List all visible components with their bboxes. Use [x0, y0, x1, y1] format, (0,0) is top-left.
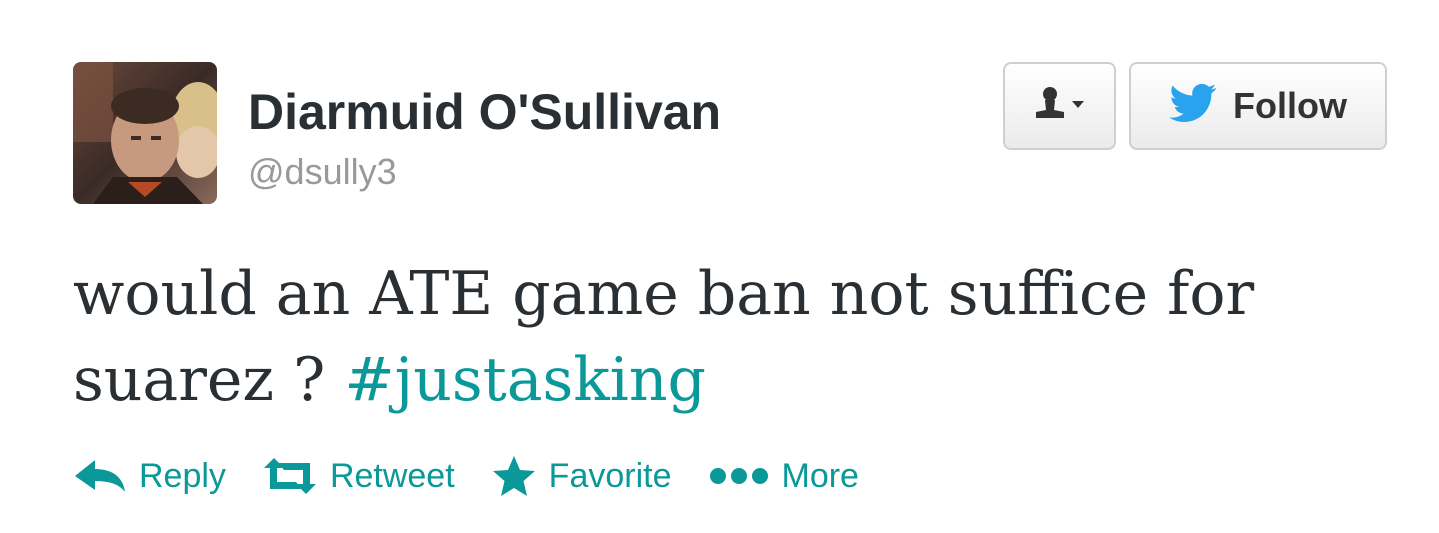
hashtag-link[interactable]: #justasking — [344, 345, 706, 415]
avatar[interactable] — [73, 62, 217, 204]
user-handle[interactable]: @dsully3 — [248, 151, 397, 193]
follow-label: Follow — [1233, 85, 1347, 126]
tweet-text-line2: suarez ? — [73, 345, 326, 415]
twitter-bird-icon — [1169, 83, 1219, 129]
user-dropdown-icon — [1030, 84, 1090, 129]
tweet-text-line1: would an ATE game ban not suffice for — [73, 259, 1255, 329]
favorite-label: Favorite — [548, 456, 672, 495]
retweet-icon — [262, 456, 318, 496]
reply-label: Reply — [139, 456, 226, 495]
user-actions-dropdown-button[interactable] — [1003, 62, 1116, 150]
avatar-photo — [73, 62, 217, 204]
user-display-name[interactable]: Diarmuid O'Sullivan — [248, 84, 721, 140]
more-label: More — [781, 456, 859, 495]
favorite-button[interactable]: Favorite — [491, 454, 672, 498]
more-button[interactable]: More — [708, 457, 859, 496]
tweet-text: would an ATE game ban not suffice for su… — [73, 251, 1373, 423]
star-icon — [491, 454, 537, 498]
more-dots-icon — [708, 464, 770, 488]
reply-button[interactable]: Reply — [73, 456, 226, 496]
follow-button[interactable]: Follow — [1129, 62, 1387, 150]
tweet-actions: Reply Retweet Favorite More — [73, 448, 859, 504]
reply-icon — [73, 456, 127, 496]
retweet-button[interactable]: Retweet — [262, 456, 455, 496]
retweet-label: Retweet — [329, 456, 455, 495]
